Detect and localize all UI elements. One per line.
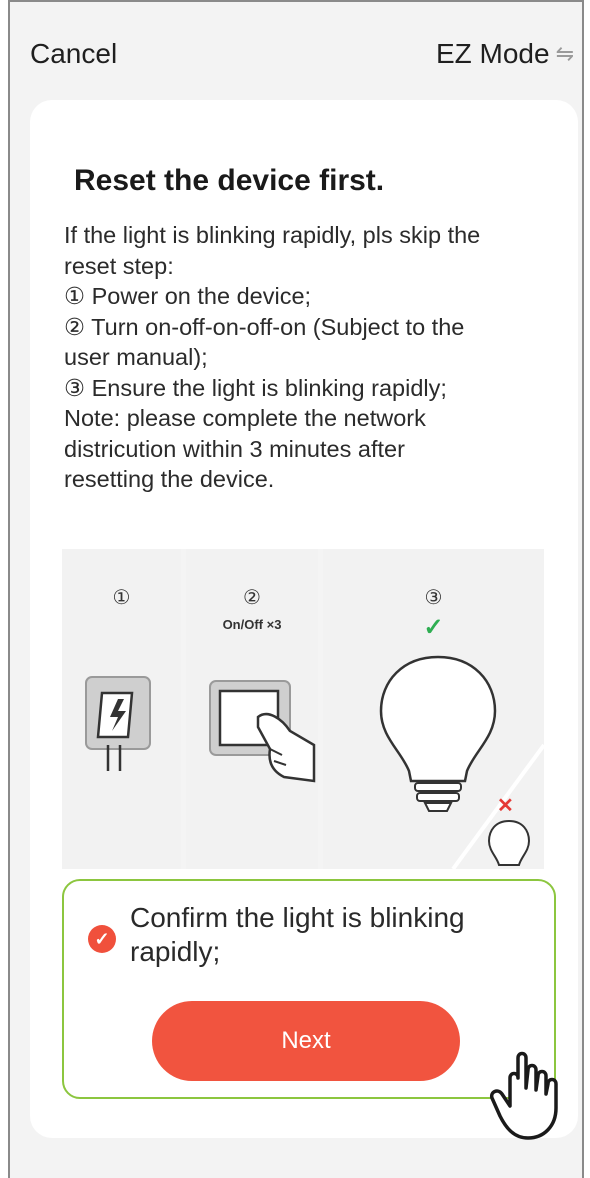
cancel-button[interactable]: Cancel	[30, 38, 117, 70]
swap-icon: ⇋	[555, 41, 574, 66]
instruction-line: ① Power on the device;	[64, 283, 312, 309]
next-button[interactable]: Next	[152, 1001, 460, 1081]
ez-mode-label: EZ Mode	[435, 38, 550, 69]
page-title: Reset the device first.	[74, 164, 385, 197]
power-plug-icon	[85, 676, 151, 771]
instruction-line: ② Turn on-off-on-off-on (Subject to the	[64, 313, 465, 340]
wall-switch-icon	[209, 680, 316, 783]
confirm-label[interactable]: Confirm the light is blinking rapidly;	[130, 901, 530, 969]
instruction-line: districution within 3 minutes after	[64, 435, 405, 462]
instruction-line: reset step:	[64, 252, 174, 279]
pointing-hand-icon	[489, 1051, 558, 1140]
instruction-line: Note: please complete the network	[64, 405, 426, 431]
instruction-line: If the light is blinking rapidly, pls sk…	[64, 222, 481, 248]
reset-steps-illustration: ① ② On/Off ×3 ③ ✓ ✕	[62, 549, 544, 869]
top-bar: Cancel EZ Mode ⇋	[10, 2, 582, 98]
step-panel-power: ①	[62, 549, 181, 869]
content-card: Reset the device first. If the light is …	[30, 100, 578, 1138]
ez-mode-switch[interactable]: EZ Mode ⇋	[436, 38, 574, 70]
confirm-section: ✓ Confirm the light is blinking rapidly;…	[62, 879, 556, 1099]
step-panel-switch: ② On/Off ×3	[186, 549, 318, 869]
step-panel-bulb: ③ ✓ ✕	[323, 549, 544, 869]
instruction-line: user manual);	[64, 344, 208, 370]
confirm-checkbox[interactable]: ✓	[88, 925, 116, 953]
light-bulb-icon	[379, 655, 544, 869]
checkmark-icon: ✓	[94, 928, 110, 949]
reset-instructions: If the light is blinking rapidly, pls sk…	[64, 220, 554, 495]
instruction-line: resetting the device.	[64, 466, 275, 492]
cross-mark-icon: ✕	[497, 795, 514, 817]
phone-screen: Cancel EZ Mode ⇋ Reset the device first.…	[8, 0, 584, 1178]
instruction-line: ③ Ensure the light is blinking rapidly;	[64, 374, 447, 401]
